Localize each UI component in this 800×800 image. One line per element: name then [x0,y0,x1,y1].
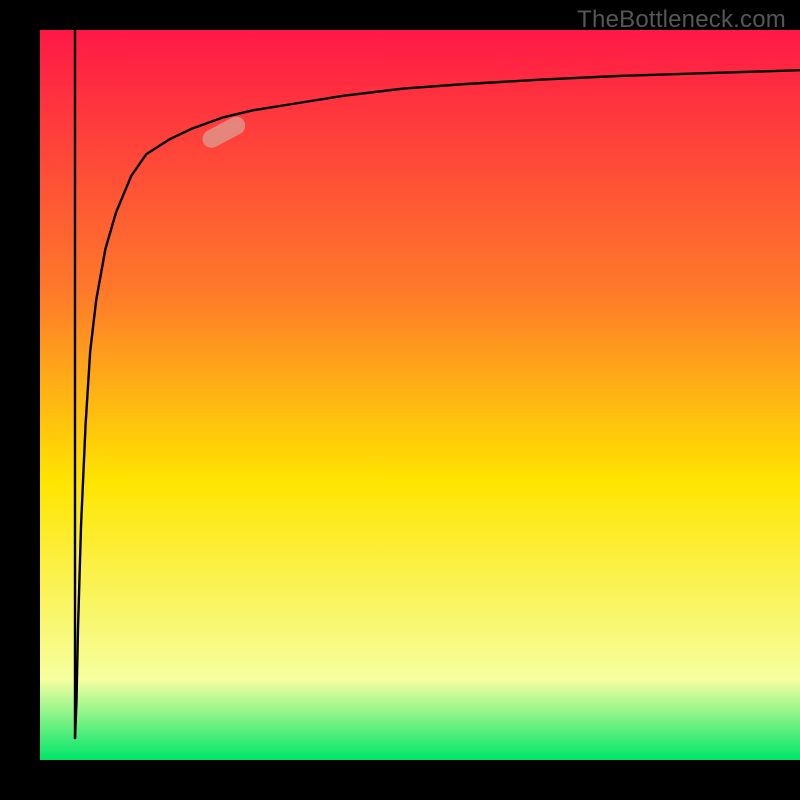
chart-stage: TheBottleneck.com [0,0,800,800]
bottleneck-chart [0,0,800,800]
plot-area [40,30,800,760]
attribution-text: TheBottleneck.com [577,6,786,34]
